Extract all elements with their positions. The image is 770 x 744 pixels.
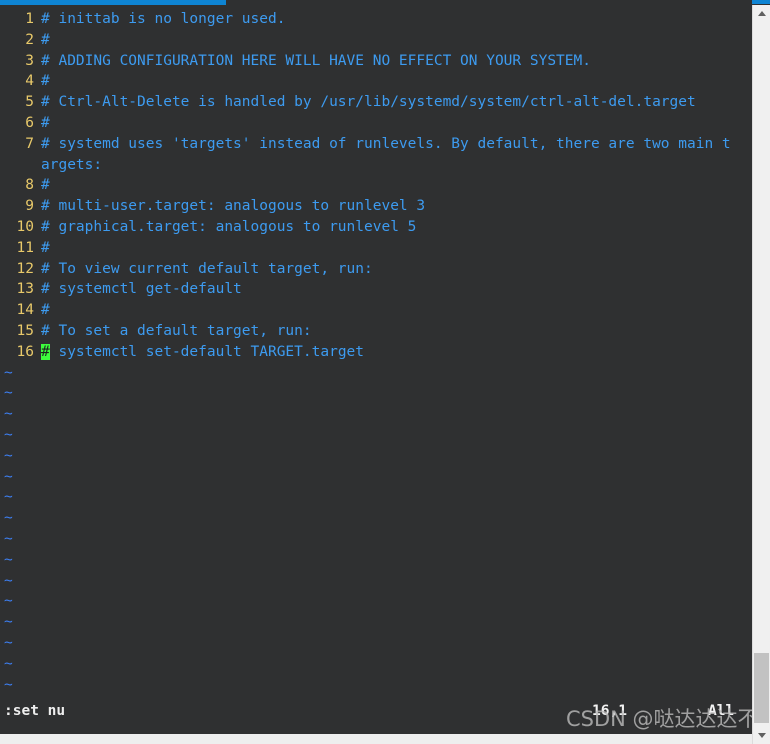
empty-line-marker: ~ xyxy=(4,447,13,464)
empty-line-marker: ~ xyxy=(4,572,13,589)
editor-line: 13 # systemctl get-default xyxy=(0,279,752,300)
bottom-strip xyxy=(0,734,752,744)
empty-line-marker: ~ xyxy=(4,676,13,693)
line-number: 2 xyxy=(25,31,34,48)
editor-line: 5 # Ctrl-Alt-Delete is handled by /usr/li… xyxy=(0,92,752,113)
screen: 1 # inittab is no longer used. 2 # 3 # ADDI… xyxy=(0,0,770,744)
empty-line-marker: ~ xyxy=(4,489,13,506)
line-number: 1 xyxy=(25,11,34,27)
window-title-bar-tab[interactable] xyxy=(752,0,770,4)
editor-line-wrapped: argets: xyxy=(0,155,752,176)
line-content: # graphical.target: analogous to runleve… xyxy=(41,218,417,235)
line-content: systemctl set-default TARGET.target xyxy=(49,343,365,360)
editor-line: 8 # xyxy=(0,175,752,196)
scrollbar-thumb[interactable] xyxy=(754,653,769,723)
line-number: 15 xyxy=(16,322,34,339)
line-content: # xyxy=(41,302,50,319)
line-number: 3 xyxy=(25,52,34,69)
editor-line: 11 # xyxy=(0,238,752,259)
line-content: # ADDING CONFIGURATION HERE WILL HAVE NO… xyxy=(41,52,591,69)
empty-line-marker: ~ xyxy=(4,406,13,423)
line-number: 6 xyxy=(25,114,34,131)
empty-line-marker: ~ xyxy=(4,530,13,547)
line-number: 16 xyxy=(16,343,34,360)
editor-line: 15 # To set a default target, run: xyxy=(0,321,752,342)
line-number: 10 xyxy=(16,218,34,235)
line-content: argets: xyxy=(41,156,103,173)
line-content: # xyxy=(41,239,50,256)
editor-line: 1 # inittab is no longer used. xyxy=(0,9,752,30)
scroll-down-arrow-icon[interactable] xyxy=(753,727,770,744)
line-content: # xyxy=(41,31,50,48)
line-content: # systemd uses 'targets' instead of runl… xyxy=(41,135,731,152)
editor-line: 12 # To view current default target, run: xyxy=(0,259,752,280)
line-content: # To set a default target, run: xyxy=(41,322,312,339)
editor-line: 10 # graphical.target: analogous to runle… xyxy=(0,217,752,238)
line-number: 5 xyxy=(25,94,34,111)
vertical-scrollbar[interactable] xyxy=(752,5,770,744)
empty-line-marker: ~ xyxy=(4,426,13,443)
text-cursor: # xyxy=(41,343,50,360)
line-content: # systemctl get-default xyxy=(41,281,242,298)
line-number: 12 xyxy=(16,260,34,277)
empty-line-marker: ~ xyxy=(4,468,13,485)
editor-line: 7 # systemd uses 'targets' instead of run… xyxy=(0,134,752,155)
line-number: 7 xyxy=(25,135,34,152)
line-number: 4 xyxy=(25,73,34,90)
vim-file-position: All xyxy=(708,703,735,719)
scroll-up-arrow-icon[interactable] xyxy=(753,5,770,22)
editor-line: 3 # ADDING CONFIGURATION HERE WILL HAVE N… xyxy=(0,51,752,72)
line-content: # multi-user.target: analogous to runlev… xyxy=(41,198,426,215)
line-content: # xyxy=(41,114,50,131)
line-number: 8 xyxy=(25,177,34,194)
empty-line-marker: ~ xyxy=(4,364,13,381)
empty-line-marker: ~ xyxy=(4,551,13,568)
editor-line: 2 # xyxy=(0,30,752,51)
line-number: 9 xyxy=(25,198,34,215)
line-content: # xyxy=(41,177,50,194)
editor-line: 4 # xyxy=(0,71,752,92)
line-number: 14 xyxy=(16,302,34,319)
empty-line-marker: ~ xyxy=(4,510,13,527)
editor-line: 9 # multi-user.target: analogous to runle… xyxy=(0,196,752,217)
editor-line: 6 # xyxy=(0,113,752,134)
line-number: 13 xyxy=(16,281,34,298)
editor-line: 14 # xyxy=(0,300,752,321)
line-number: 11 xyxy=(16,239,34,256)
vim-ruler-position: 16,1 xyxy=(592,703,627,719)
line-content: # xyxy=(41,73,50,90)
empty-line-marker: ~ xyxy=(4,634,13,651)
empty-line-marker: ~ xyxy=(4,614,13,631)
editor-line-cursor: 16 # systemctl set-default TARGET.target xyxy=(0,342,752,363)
vim-text-area[interactable]: 1 # inittab is no longer used. 2 # 3 # ADDI… xyxy=(0,5,752,744)
empty-line-marker: ~ xyxy=(4,385,13,402)
empty-line-marker: ~ xyxy=(4,655,13,672)
line-content: # inittab is no longer used. xyxy=(41,11,286,27)
line-content: # To view current default target, run: xyxy=(41,260,373,277)
empty-line-marker: ~ xyxy=(4,593,13,610)
line-content: # Ctrl-Alt-Delete is handled by /usr/lib… xyxy=(41,94,696,111)
vim-command-line[interactable]: :set nu xyxy=(4,700,65,722)
empty-line-markers: ~ ~ ~ ~ ~ ~ ~ ~ ~ ~ ~ ~ ~ ~ ~ ~ xyxy=(0,363,752,696)
